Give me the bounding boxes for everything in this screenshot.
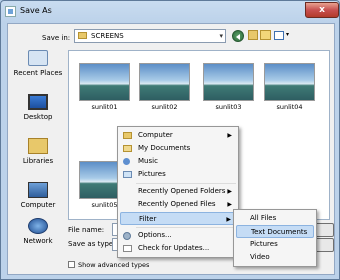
- place-label: Network: [23, 237, 53, 245]
- file-item[interactable]: sunlit01: [79, 63, 130, 111]
- computer-icon: [28, 182, 48, 198]
- title-bar[interactable]: Save As x: [1, 1, 339, 23]
- menu-item-label: Music: [138, 157, 158, 165]
- up-folder-button[interactable]: [248, 30, 258, 40]
- view-menu-chevron-icon[interactable]: ▾: [286, 31, 289, 38]
- place-desktop[interactable]: Desktop: [10, 94, 66, 121]
- network-icon: [28, 218, 48, 234]
- menu-item-label: Video: [250, 253, 270, 261]
- libraries-icon: [28, 138, 48, 154]
- file-item[interactable]: sunlit03: [203, 63, 254, 111]
- documents-icon: [123, 145, 132, 152]
- options-icon: [123, 232, 131, 240]
- file-thumbnail: [203, 63, 254, 101]
- submenu-arrow-icon: ▶: [226, 216, 231, 223]
- place-recent-places[interactable]: Recent Places: [10, 50, 66, 77]
- show-advanced-checkbox[interactable]: [68, 261, 75, 268]
- places-bar: Recent Places Desktop Libraries Computer…: [10, 50, 66, 248]
- file-name: sunlit03: [215, 103, 242, 111]
- menu-item-computer[interactable]: Computer ▶: [120, 129, 236, 142]
- place-label: Recent Places: [13, 69, 63, 77]
- place-network[interactable]: Network: [10, 218, 66, 245]
- menu-item-label: Pictures: [138, 170, 166, 178]
- file-name: sunlit04: [276, 103, 303, 111]
- menu-item-label: Options...: [138, 231, 172, 239]
- menu-item-my-documents[interactable]: My Documents: [120, 142, 236, 155]
- folder-icon: [78, 32, 87, 39]
- filter-submenu: All Files Text Documents Pictures Video: [233, 209, 317, 267]
- menu-separator: [136, 227, 236, 228]
- save-in-value: SCREENS: [91, 32, 124, 40]
- place-computer[interactable]: Computer: [10, 182, 66, 209]
- window-title: Save As: [20, 6, 52, 15]
- menu-item-label: Computer: [138, 131, 173, 139]
- new-folder-button[interactable]: [260, 30, 271, 40]
- chevron-down-icon: ▾: [219, 32, 223, 40]
- menu-item-recent-files[interactable]: Recently Opened Files ▶: [120, 198, 236, 211]
- menu-item-label: Recently Opened Files: [138, 200, 216, 208]
- submenu-arrow-icon: ▶: [227, 188, 232, 195]
- submenu-arrow-icon: ▶: [227, 132, 232, 139]
- file-thumbnail: [264, 63, 315, 101]
- save-as-type-label: Save as type:: [68, 240, 116, 248]
- menu-item-music[interactable]: Music: [120, 155, 236, 168]
- place-label: Desktop: [23, 113, 53, 121]
- menu-item-label: Recently Opened Folders: [138, 187, 226, 195]
- file-item[interactable]: sunlit02: [139, 63, 190, 111]
- submenu-arrow-icon: ▶: [227, 201, 232, 208]
- folder-icon: [123, 132, 132, 139]
- menu-item-label: Pictures: [250, 240, 278, 248]
- menu-item-label: All Files: [250, 214, 277, 222]
- menu-item-label: My Documents: [138, 144, 191, 152]
- view-menu-button[interactable]: [274, 31, 284, 40]
- menu-item-label: Filter: [139, 215, 157, 223]
- save-as-dialog: Save As x Save in: SCREENS ▾ ▾ Recent Pl…: [0, 0, 340, 280]
- file-thumbnail: [139, 63, 190, 101]
- place-label: Computer: [20, 201, 56, 209]
- place-label: Libraries: [22, 157, 54, 165]
- close-button[interactable]: x: [305, 2, 339, 18]
- recent-places-icon: [28, 50, 48, 66]
- file-thumbnail: [79, 63, 130, 101]
- menu-separator: [136, 183, 236, 184]
- update-icon: [123, 245, 132, 252]
- menu-item-check-updates[interactable]: Check for Updates...: [120, 242, 236, 255]
- place-libraries[interactable]: Libraries: [10, 138, 66, 165]
- file-name: sunlit01: [91, 103, 118, 111]
- menu-item-pictures[interactable]: Pictures: [120, 168, 236, 181]
- filter-item-pictures[interactable]: Pictures: [236, 238, 314, 251]
- filter-item-all-files[interactable]: All Files: [236, 212, 314, 225]
- menu-item-filter[interactable]: Filter ▶: [120, 212, 236, 225]
- menu-item-recent-folders[interactable]: Recently Opened Folders ▶: [120, 185, 236, 198]
- file-name: sunlit02: [151, 103, 178, 111]
- menu-item-label: Check for Updates...: [138, 244, 210, 252]
- save-in-label: Save in:: [42, 34, 71, 42]
- save-in-dropdown[interactable]: SCREENS ▾: [74, 29, 226, 43]
- filter-item-video[interactable]: Video: [236, 251, 314, 264]
- music-icon: [123, 158, 130, 165]
- show-advanced-label: Show advanced types: [78, 261, 150, 269]
- context-menu: Computer ▶ My Documents Music Pictures R…: [117, 126, 239, 258]
- window-app-icon: [5, 6, 16, 17]
- desktop-icon: [28, 94, 48, 110]
- filter-item-text-documents[interactable]: Text Documents: [236, 225, 314, 238]
- back-button[interactable]: [232, 30, 244, 42]
- menu-item-options[interactable]: Options...: [120, 229, 236, 242]
- pictures-icon: [123, 171, 132, 178]
- file-item[interactable]: sunlit04: [264, 63, 315, 111]
- file-name-label: File name:: [68, 226, 105, 234]
